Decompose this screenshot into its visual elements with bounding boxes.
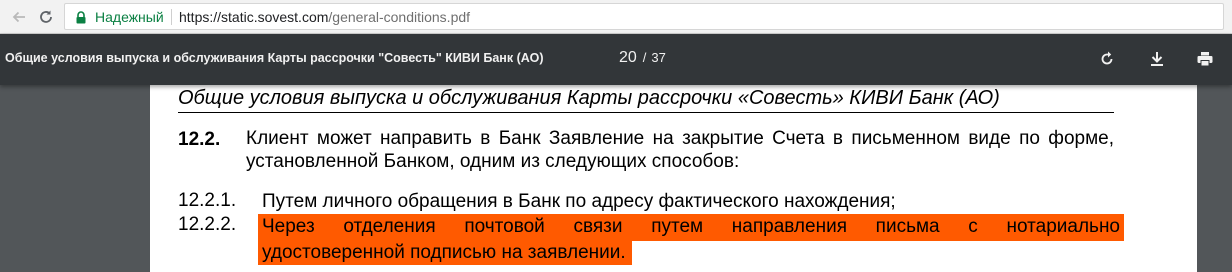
- section-number: 12.2.: [178, 129, 221, 150]
- lock-icon: [76, 11, 86, 24]
- section-text: Клиент может направить в Банк Заявление …: [246, 128, 1114, 172]
- page-total: 37: [651, 50, 666, 65]
- back-icon: [12, 11, 25, 23]
- print-icon: [1197, 52, 1213, 67]
- reload-button[interactable]: [35, 6, 57, 28]
- page-separator: /: [642, 50, 647, 65]
- pdf-page: Общие условия выпуска и обслуживания Кар…: [150, 85, 1197, 272]
- page-current[interactable]: 20: [619, 49, 637, 66]
- page-indicator: 20 / 37: [619, 49, 666, 67]
- document-title: Общие условия выпуска и обслуживания Кар…: [5, 51, 544, 65]
- page-header: Общие условия выпуска и обслуживания Кар…: [178, 87, 1114, 113]
- download-button[interactable]: [1146, 48, 1168, 70]
- rotate-icon: [1101, 51, 1113, 65]
- print-button[interactable]: [1194, 48, 1216, 70]
- highlighted-text-line: Через отделения почтовой связи путем нап…: [258, 214, 1124, 241]
- url-host: https://static.sovest.com: [179, 9, 329, 25]
- url-path: /general-conditions.pdf: [328, 9, 471, 25]
- reload-icon: [40, 10, 52, 23]
- subsection-number: 12.2.1.: [178, 190, 237, 211]
- pdf-toolbar: Общие условия выпуска и обслуживания Кар…: [0, 34, 1232, 85]
- download-icon: [1151, 52, 1163, 66]
- back-button[interactable]: [8, 6, 30, 28]
- browser-address-bar: Надежный https://static.sovest.com/gener…: [0, 0, 1232, 34]
- subsection-text: Путем личного обращения в Банк по адресу…: [262, 191, 896, 212]
- rotate-button[interactable]: [1096, 48, 1118, 70]
- secure-label: Надежный: [95, 9, 164, 25]
- subsection-number: 12.2.2.: [178, 214, 237, 235]
- url-text: https://static.sovest.com/general-condit…: [179, 9, 470, 25]
- highlighted-passage: Через отделения почтовой связи путем нап…: [258, 214, 1124, 266]
- highlighted-text-line: удостоверенной подписью на заявлении.: [258, 241, 632, 265]
- url-field[interactable]: Надежный https://static.sovest.com/gener…: [64, 3, 1224, 30]
- url-divider: [171, 9, 172, 25]
